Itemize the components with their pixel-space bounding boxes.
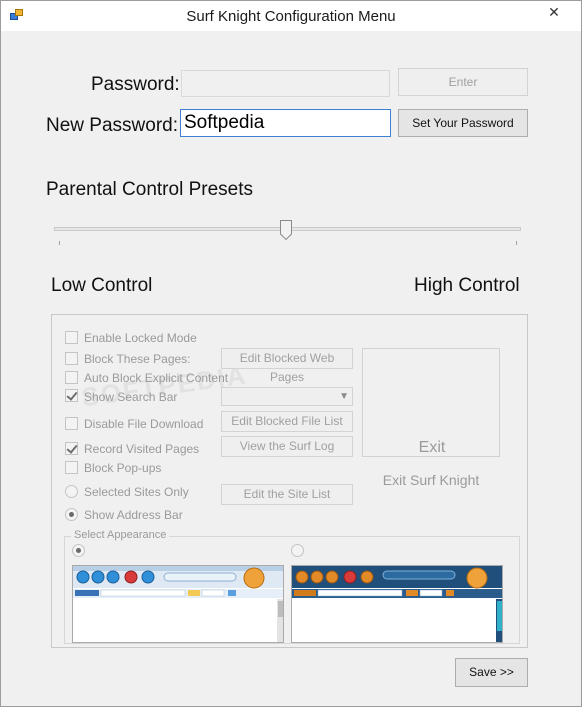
edit-site-list-button[interactable]: Edit the Site List xyxy=(221,484,353,505)
block-these-pages-checkbox[interactable] xyxy=(65,352,78,365)
chevron-down-icon: ▼ xyxy=(339,391,349,402)
disable-file-download-label: Disable File Download xyxy=(84,417,204,431)
edit-blocked-file-list-button[interactable]: Edit Blocked File List xyxy=(221,411,353,432)
record-visited-pages-label: Record Visited Pages xyxy=(84,442,200,456)
exit-button[interactable]: Exit xyxy=(362,348,500,457)
show-search-bar-label: Show Search Bar xyxy=(84,390,178,404)
auto-block-explicit-label: Auto Block Explicit Content xyxy=(84,371,229,385)
new-password-input[interactable]: Softpedia xyxy=(180,109,391,137)
parental-control-presets-label: Parental Control Presets xyxy=(46,179,253,200)
set-password-button[interactable]: Set Your Password xyxy=(398,109,528,137)
view-surf-log-button[interactable]: View the Surf Log xyxy=(221,436,353,457)
search-engine-select[interactable]: ▼ xyxy=(221,387,353,406)
dark-theme-preview-graphic xyxy=(292,566,502,642)
block-popups-checkbox[interactable] xyxy=(65,461,78,474)
slider-tick-end xyxy=(516,241,517,245)
client-area: Password: Enter New Password: Softpedia … xyxy=(9,31,575,701)
appearance-dark-radio[interactable] xyxy=(291,544,304,557)
block-these-pages-label: Block These Pages: xyxy=(84,352,191,366)
enable-locked-mode-checkbox[interactable] xyxy=(65,331,78,344)
enter-button[interactable]: Enter xyxy=(398,68,528,96)
show-address-bar-radio[interactable] xyxy=(65,508,78,521)
new-password-label: New Password: xyxy=(46,115,178,136)
block-popups-label: Block Pop-ups xyxy=(84,461,162,475)
window-title: Surf Knight Configuration Menu xyxy=(186,8,396,25)
light-theme-preview-graphic xyxy=(73,566,283,642)
select-appearance-title: Select Appearance xyxy=(71,529,170,541)
dark-theme-preview[interactable] xyxy=(291,565,503,643)
configuration-window: Surf Knight Configuration Menu ✕ Passwor… xyxy=(0,0,582,707)
appearance-light-radio[interactable] xyxy=(72,544,85,557)
preset-slider-thumb[interactable] xyxy=(280,220,292,240)
selected-sites-only-radio[interactable] xyxy=(65,485,78,498)
record-visited-pages-checkbox[interactable] xyxy=(65,442,78,455)
show-address-bar-label: Show Address Bar xyxy=(84,508,183,522)
disable-file-download-checkbox[interactable] xyxy=(65,417,78,430)
password-input[interactable] xyxy=(181,70,390,97)
close-icon[interactable]: ✕ xyxy=(531,1,577,23)
slider-tick-start xyxy=(59,241,60,245)
show-search-bar-checkbox[interactable] xyxy=(65,389,78,402)
enable-locked-mode-label: Enable Locked Mode xyxy=(84,331,197,345)
high-control-label: High Control xyxy=(414,275,520,296)
password-label: Password: xyxy=(91,74,180,95)
auto-block-explicit-checkbox[interactable] xyxy=(65,371,78,384)
save-button[interactable]: Save >> xyxy=(455,658,528,687)
edit-blocked-web-pages-button[interactable]: Edit Blocked Web Pages xyxy=(221,348,353,384)
title-bar: Surf Knight Configuration Menu ✕ xyxy=(1,1,581,31)
selected-sites-only-label: Selected Sites Only xyxy=(84,485,189,499)
low-control-label: Low Control xyxy=(51,275,153,296)
exit-button-label: Exit xyxy=(418,439,446,456)
light-theme-preview[interactable] xyxy=(72,565,284,643)
exit-surf-knight-label: Exit Surf Knight xyxy=(382,472,480,488)
